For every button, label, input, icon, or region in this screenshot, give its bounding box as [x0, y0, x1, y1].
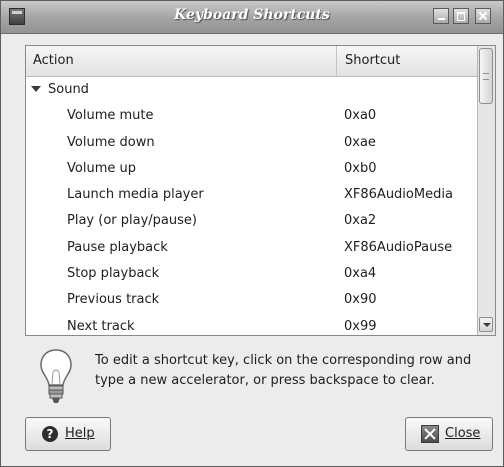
table-row[interactable]: Volume mute 0xa0: [26, 103, 477, 129]
lightbulb-icon: [40, 349, 72, 403]
row-action: Volume down: [67, 134, 155, 150]
table-row[interactable]: Play (or play/pause) 0xa2: [26, 208, 477, 234]
table-row[interactable]: Launch media player XF86AudioMedia: [26, 182, 477, 208]
row-action: Previous track: [67, 292, 160, 308]
tree-rows: Sound Volume mute 0xa0 Volume down 0xae …: [26, 77, 477, 340]
row-shortcut: 0xa2: [344, 213, 377, 229]
minimize-button[interactable]: [433, 8, 449, 24]
row-shortcut: 0xa4: [344, 266, 377, 282]
group-row-sound[interactable]: Sound: [26, 77, 477, 103]
table-row[interactable]: Previous track 0x90: [26, 287, 477, 313]
help-button-label: Help: [65, 426, 95, 441]
row-shortcut: 0xae: [344, 134, 376, 150]
keyboard-shortcuts-window: Keyboard Shortcuts Action Shortcut Sound…: [0, 0, 504, 467]
table-row[interactable]: Next track 0x99: [26, 314, 477, 340]
row-shortcut: 0xa0: [344, 108, 377, 124]
window-title: Keyboard Shortcuts: [174, 7, 330, 23]
table-row[interactable]: Stop playback 0xa4: [26, 261, 477, 287]
row-action: Volume up: [67, 160, 136, 176]
maximize-button[interactable]: [453, 8, 469, 24]
row-shortcut: 0x90: [344, 292, 377, 308]
column-header-shortcut[interactable]: Shortcut: [338, 46, 477, 76]
window-close-button[interactable]: [475, 8, 491, 24]
scrollbar-thumb[interactable]: [479, 48, 493, 104]
table-row[interactable]: Pause playback XF86AudioPause: [26, 235, 477, 261]
row-shortcut: 0xb0: [344, 160, 377, 176]
row-shortcut: XF86AudioMedia: [344, 187, 453, 203]
row-action: Volume mute: [67, 108, 154, 124]
help-button[interactable]: ? Help: [25, 417, 111, 451]
row-action: Pause playback: [67, 239, 168, 255]
close-icon: [421, 425, 439, 443]
row-action: Launch media player: [67, 187, 204, 203]
scroll-down-arrow-icon[interactable]: [479, 317, 493, 332]
close-button[interactable]: Close: [405, 417, 493, 451]
row-shortcut: XF86AudioPause: [344, 239, 453, 255]
row-action: Play (or play/pause): [67, 213, 197, 229]
row-action: Stop playback: [67, 266, 160, 282]
table-row[interactable]: Volume down 0xae: [26, 130, 477, 156]
shortcuts-tree-view[interactable]: Action Shortcut Sound Volume mute 0xa0 V…: [25, 45, 496, 336]
group-label: Sound: [48, 82, 89, 97]
column-header-action[interactable]: Action: [26, 46, 337, 76]
table-row[interactable]: Volume up 0xb0: [26, 156, 477, 182]
expander-arrow-icon[interactable]: [31, 86, 41, 92]
row-action: Next track: [67, 318, 135, 334]
title-bar[interactable]: Keyboard Shortcuts: [1, 1, 503, 34]
vertical-scrollbar[interactable]: [477, 46, 495, 335]
hint-text: To edit a shortcut key, click on the cor…: [95, 353, 472, 388]
row-shortcut: 0x99: [344, 318, 377, 334]
help-icon: ?: [42, 426, 58, 442]
close-button-label: Close: [445, 426, 481, 441]
tree-header: Action Shortcut: [26, 46, 477, 77]
